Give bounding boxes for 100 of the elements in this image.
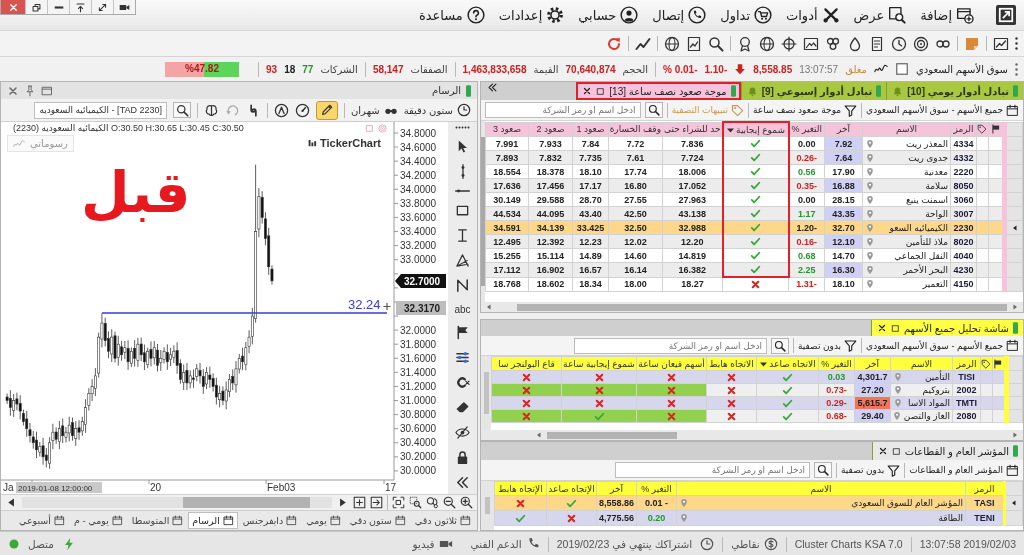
- filter-button[interactable]: بدون تصفية: [841, 463, 901, 477]
- vertical-line-icon[interactable]: [460, 164, 465, 180]
- map-pin-icon[interactable]: [865, 279, 875, 290]
- column-header[interactable]: آخر: [596, 481, 637, 496]
- menu-item[interactable]: عرض: [847, 2, 913, 28]
- tab[interactable]: تبادل أدوار يومي [10]: [886, 82, 1023, 100]
- menu-item[interactable]: إعدادات: [492, 2, 571, 28]
- scroll-thumb[interactable]: [547, 431, 677, 439]
- map-pin-icon[interactable]: [865, 138, 875, 149]
- chevrons-icon[interactable]: [455, 474, 470, 490]
- column-header[interactable]: صعود 2: [528, 122, 573, 137]
- refresh-icon[interactable]: [606, 35, 622, 52]
- search-field[interactable]: ادخل اسم او رمز الشركة: [615, 462, 811, 478]
- globe-icon[interactable]: [664, 35, 680, 52]
- close-button[interactable]: [1, 0, 25, 14]
- sliders-icon[interactable]: [455, 349, 470, 365]
- trend-line-icon[interactable]: [635, 35, 651, 52]
- text-tool[interactable]: abc: [454, 303, 471, 315]
- clock-icon[interactable]: [891, 35, 907, 52]
- flag-icon[interactable]: [990, 124, 1001, 135]
- search-button[interactable]: [771, 337, 789, 354]
- filter-button[interactable]: موجة صعود نصف ساعة: [753, 103, 858, 117]
- column-header[interactable]: الاتجاه هابط: [706, 356, 757, 371]
- chart-tab[interactable]: ستون دقي: [345, 512, 410, 529]
- grip-icon[interactable]: [1015, 37, 1018, 50]
- menu-item[interactable]: إضافة: [914, 2, 980, 28]
- column-header[interactable]: الإتجاه صاعد: [546, 481, 597, 496]
- medal-icon[interactable]: [737, 35, 753, 52]
- filter-button[interactable]: بدون تصفية: [798, 339, 858, 352]
- chevrons-icon[interactable]: [487, 82, 498, 93]
- chart-tab[interactable]: يومي - م: [69, 512, 127, 529]
- tab[interactable]: تبادل أدوار إسبوعي [9]: [740, 82, 887, 100]
- column-header[interactable]: حد للشراء حتى: [662, 122, 723, 137]
- column-header[interactable]: الرمز: [952, 356, 981, 371]
- chart-window-icon[interactable]: [993, 35, 1009, 52]
- image-icon[interactable]: [803, 35, 819, 52]
- tag-icon[interactable]: [977, 124, 987, 135]
- menu-item[interactable]: حسابي: [572, 2, 645, 28]
- caret-circle-icon[interactable]: [274, 102, 289, 118]
- target-icon[interactable]: [913, 35, 929, 52]
- tab[interactable]: شاشة تحليل جميع الأسهم: [870, 320, 1023, 336]
- document-icon[interactable]: [869, 35, 885, 52]
- points-link[interactable]: نقاطي: [731, 537, 778, 551]
- lock-icon[interactable]: [455, 449, 470, 465]
- column-header[interactable]: آخر: [854, 356, 891, 371]
- interval-dropdown[interactable]: ستون دقيقة: [403, 103, 471, 117]
- window-icon[interactable]: [41, 84, 53, 97]
- horizontal-scrollbar[interactable]: [481, 430, 1023, 440]
- close-icon[interactable]: [877, 446, 888, 456]
- column-header[interactable]: شموع إيجابية ساعة: [561, 356, 637, 371]
- market-name[interactable]: سوق الأسهم السعودي: [916, 63, 1008, 75]
- gauge-icon[interactable]: [295, 102, 310, 118]
- cluster-icon[interactable]: [825, 35, 841, 52]
- globe-icon[interactable]: [759, 35, 775, 52]
- period-dropdown[interactable]: شهران: [351, 103, 398, 117]
- search-button[interactable]: [173, 102, 191, 118]
- column-header[interactable]: وقف الخسارة: [608, 122, 663, 137]
- scroll-thumb[interactable]: [483, 372, 489, 414]
- column-header[interactable]: الاسم: [862, 122, 951, 137]
- maximize-icon[interactable]: [596, 86, 606, 96]
- symbol-search-field[interactable]: [TAD 2230] - الكيميائيه السعوديه: [34, 101, 167, 119]
- grip-icon[interactable]: [1015, 62, 1018, 76]
- search-field[interactable]: ادخل اسم او رمز الشركة: [485, 102, 641, 118]
- column-header[interactable]: أسهم قيعان ساعة: [636, 356, 707, 371]
- vertical-scrollbar[interactable]: [481, 356, 491, 430]
- more-icon[interactable]: [455, 126, 470, 129]
- video-link[interactable]: فيديو: [412, 537, 453, 551]
- pencil-button[interactable]: [316, 100, 338, 120]
- tab[interactable]: المؤشر العام و القطاعات: [871, 442, 1023, 460]
- chart-tab[interactable]: ثلاثون دقي: [410, 512, 475, 529]
- market-selector[interactable]: المؤشر العام و القطاعات: [909, 463, 1019, 477]
- drop-icon[interactable]: [847, 35, 863, 52]
- menu-item[interactable]: إتصال: [646, 2, 713, 28]
- column-header[interactable]: الاسم: [676, 481, 966, 496]
- map-pin-icon[interactable]: [865, 166, 875, 177]
- horizontal-scrollbar[interactable]: [481, 302, 1023, 312]
- clear-icon[interactable]: [455, 374, 470, 390]
- search-field[interactable]: ادخل اسم او رمز الشركة: [574, 337, 767, 354]
- column-header[interactable]: التغير %: [636, 481, 677, 496]
- close-icon[interactable]: [582, 86, 593, 96]
- fan-icon[interactable]: [455, 253, 470, 269]
- column-header[interactable]: آخر: [824, 122, 863, 137]
- horizontal-line-icon[interactable]: [455, 189, 470, 194]
- column-header[interactable]: التغير %: [788, 122, 825, 137]
- column-header[interactable]: الاسم: [890, 356, 953, 371]
- zigzag-icon[interactable]: [455, 278, 470, 294]
- crosshair-icon[interactable]: [781, 35, 797, 52]
- column-header[interactable]: صعود 1: [572, 122, 609, 137]
- menu-item[interactable]: أدوات: [780, 2, 846, 28]
- brain-icon[interactable]: [204, 102, 219, 118]
- scroll-thumb[interactable]: [517, 303, 1007, 311]
- app-logo-icon[interactable]: [996, 5, 1016, 25]
- map-pin-icon[interactable]: [865, 250, 875, 261]
- square-icon[interactable]: [895, 62, 909, 76]
- search-icon[interactable]: [708, 35, 724, 52]
- chart-tab[interactable]: المتوسطا: [127, 512, 188, 529]
- maximize-icon[interactable]: [890, 323, 900, 333]
- tag-icon[interactable]: [981, 358, 991, 369]
- flag-icon[interactable]: [455, 324, 470, 340]
- market-selector[interactable]: جميع الأسهم - سوق الأسهم السعودي: [866, 339, 1019, 352]
